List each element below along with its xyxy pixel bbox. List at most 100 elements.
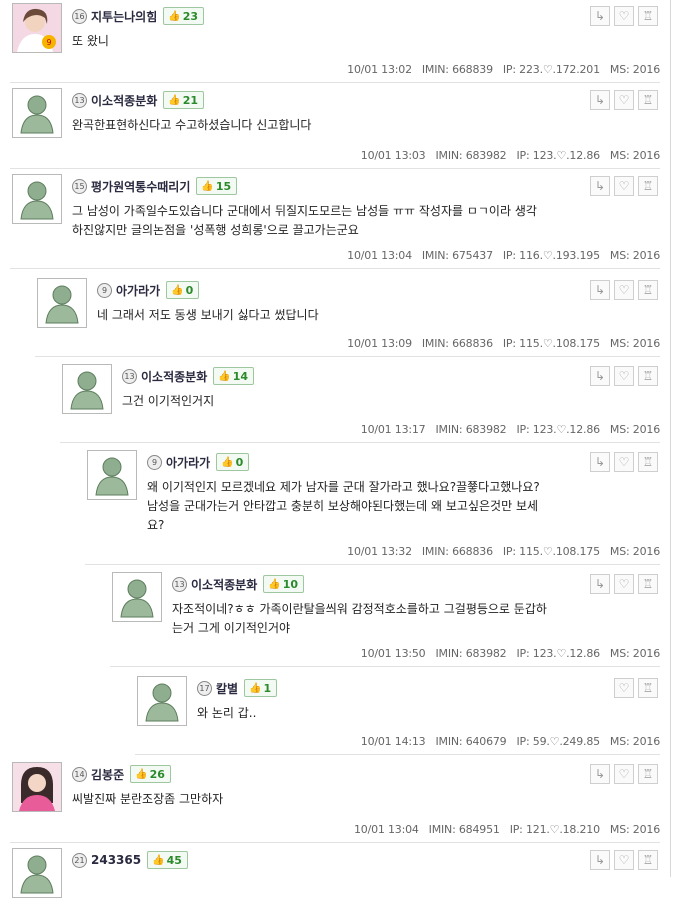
like-button[interactable]: 👍 21 [163, 91, 205, 109]
avatar[interactable] [87, 450, 137, 500]
reply-button[interactable]: ↳ [590, 176, 610, 196]
like-button[interactable]: 👍 23 [163, 7, 205, 25]
avatar[interactable] [12, 88, 62, 138]
reply-arrow-icon: ↳ [594, 93, 606, 107]
avatar[interactable] [12, 174, 62, 224]
comment-text: 와 논리 갑.. [197, 706, 257, 720]
like-button[interactable]: 👍 45 [147, 851, 188, 869]
report-button[interactable]: ♖ [638, 90, 658, 110]
like-count: 45 [166, 853, 182, 867]
reply-button[interactable]: ↳ [590, 850, 610, 870]
avatar[interactable] [37, 278, 87, 328]
thumbs-up-icon: 👍 [135, 768, 148, 780]
nickname[interactable]: 이소적종분화 [191, 576, 257, 593]
avatar[interactable] [137, 676, 187, 726]
comment-text: 완곡한표현하신다고 수고하셨습니다 신고합니다 [72, 118, 312, 132]
heart-button[interactable]: ♡ [614, 176, 634, 196]
report-button[interactable]: ♖ [638, 6, 658, 26]
heart-button[interactable]: ♡ [614, 452, 634, 472]
like-button[interactable]: 👍 26 [130, 765, 171, 783]
comment-ms: MS: 2016 [609, 647, 660, 660]
comment-imin: IMIN: 683982 [435, 647, 507, 660]
report-button[interactable]: ♖ [638, 850, 658, 870]
like-button[interactable]: 👍 0 [216, 453, 250, 471]
nickname[interactable]: 243365 [91, 853, 141, 867]
comment-list: 9 16 지투는나의힘 👍 23 ↳ ♡ ♖ 또 왔니 10/01 13:02 IM… [0, 0, 671, 898]
report-icon: ♖ [642, 93, 654, 107]
thumbs-up-icon: 👍 [152, 854, 165, 866]
report-icon: ♖ [642, 283, 654, 297]
like-button[interactable]: 👍 14 [213, 367, 255, 385]
report-button[interactable]: ♖ [638, 764, 658, 784]
nickname[interactable]: 김봉준 [91, 766, 124, 783]
report-button[interactable]: ♖ [638, 176, 658, 196]
reply-button[interactable]: ↳ [590, 366, 610, 386]
comment-meta: 10/01 13:50 IMIN: 683982 IP: 123.♡.12.86 MS… [351, 647, 660, 660]
like-count: 26 [149, 767, 165, 781]
report-button[interactable]: ♖ [638, 678, 658, 698]
report-button[interactable]: ♖ [638, 574, 658, 594]
nickname[interactable]: 아가라가 [166, 454, 210, 471]
reply-button[interactable]: ↳ [590, 280, 610, 300]
like-button[interactable]: 👍 1 [244, 679, 278, 697]
reply-button[interactable]: ↳ [590, 90, 610, 110]
nickname[interactable]: 평가원역통수때리기 [91, 178, 190, 195]
reply-arrow-icon: ↳ [594, 9, 606, 23]
reply-button[interactable]: ↳ [590, 6, 610, 26]
comment-time: 10/01 14:13 [360, 735, 426, 748]
report-button[interactable]: ♖ [638, 366, 658, 386]
heart-button[interactable]: ♡ [614, 678, 634, 698]
like-count: 23 [182, 9, 199, 23]
nickname[interactable]: 지투는나의힘 [91, 8, 157, 25]
comment-imin: IMIN: 675437 [421, 249, 493, 262]
level-badge: 13 [122, 368, 137, 384]
reply-arrow-icon: ↳ [594, 455, 606, 469]
reply-button[interactable]: ↳ [590, 574, 610, 594]
reply-arrow-icon: ↳ [594, 283, 606, 297]
report-icon: ♖ [642, 9, 654, 23]
comment-time: 10/01 13:32 [347, 545, 412, 558]
like-button[interactable]: 👍 10 [263, 575, 305, 593]
avatar[interactable] [62, 364, 112, 414]
heart-button[interactable]: ♡ [614, 574, 634, 594]
reply-button[interactable]: ↳ [590, 452, 610, 472]
nickname[interactable]: 아가라가 [116, 282, 160, 299]
reply-button[interactable]: ↳ [590, 764, 610, 784]
report-icon: ♖ [642, 577, 654, 591]
heart-button[interactable]: ♡ [614, 850, 634, 870]
report-icon: ♖ [642, 853, 654, 867]
report-button[interactable]: ♖ [638, 452, 658, 472]
reply-arrow-icon: ↳ [594, 853, 606, 867]
nickname[interactable]: 이소적종분화 [91, 92, 157, 109]
comment-time: 10/01 13:02 [347, 63, 412, 76]
avatar[interactable]: 9 [12, 3, 62, 53]
comment-meta: 10/01 13:32 IMIN: 668836 IP: 115.♡.108.175… [337, 545, 660, 558]
thumbs-up-icon: 👍 [218, 370, 231, 382]
avatar[interactable] [112, 572, 162, 622]
level-badge: 14 [72, 766, 87, 782]
like-button[interactable]: 👍 0 [166, 281, 200, 299]
comment-meta: 10/01 13:02 IMIN: 668839 IP: 223.♡.172.201… [337, 63, 660, 76]
nickname[interactable]: 이소적종분화 [141, 368, 207, 385]
avatar[interactable] [12, 848, 62, 898]
comment-ip: IP: 223.♡.172.201 [502, 63, 600, 76]
comment-meta: 10/01 13:17 IMIN: 683982 IP: 123.♡.12.86 MS… [351, 423, 660, 436]
heart-icon: ♡ [618, 455, 630, 469]
thumbs-up-icon: 👍 [221, 456, 234, 468]
heart-button[interactable]: ♡ [614, 90, 634, 110]
heart-button[interactable]: ♡ [614, 280, 634, 300]
like-button[interactable]: 👍 15 [196, 177, 238, 195]
comment-imin: IMIN: 668839 [421, 63, 493, 76]
comment-time: 10/01 13:04 [353, 823, 419, 836]
report-button[interactable]: ♖ [638, 280, 658, 300]
nickname[interactable]: 칼별 [216, 680, 238, 697]
comment-imin: IMIN: 668836 [421, 545, 493, 558]
avatar[interactable] [12, 762, 62, 812]
heart-button[interactable]: ♡ [614, 6, 634, 26]
comment-ip: IP: 115.♡.108.175 [502, 337, 600, 350]
heart-icon: ♡ [618, 283, 630, 297]
heart-button[interactable]: ♡ [614, 764, 634, 784]
heart-button[interactable]: ♡ [614, 366, 634, 386]
heart-icon: ♡ [618, 767, 630, 781]
comment-ms: MS: 2016 [609, 63, 660, 76]
